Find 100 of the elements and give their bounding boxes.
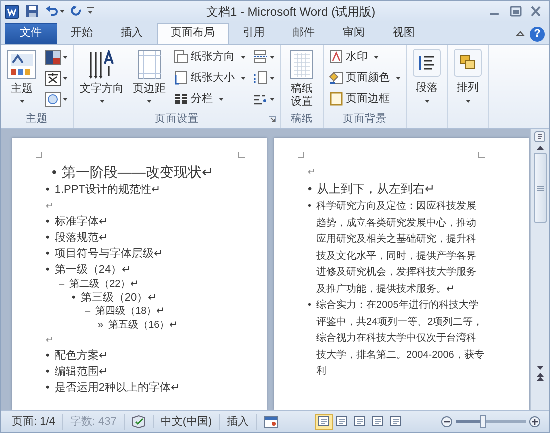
watermark-icon <box>329 50 344 64</box>
save-icon[interactable] <box>26 5 39 18</box>
list-bullet: • <box>46 349 50 364</box>
list-item-text: 科学研究方向及定位：因应科技发展趋势，成立各类研究发展中心，推动应用研究及相关之基础研究，提升科技及文化水平，同时，提供产学各界进修及研究机会，发挥科技大学服务及推广功能，提供技术服务。↵ <box>316 200 478 296</box>
close-icon[interactable] <box>530 6 542 17</box>
color-palette-icon <box>45 50 61 64</box>
columns-icon <box>174 92 189 106</box>
list-bullet: • <box>46 365 50 380</box>
scroll-down-icon[interactable] <box>536 366 544 370</box>
ribbon-button[interactable]: 水印 <box>327 47 403 67</box>
ribbon-button[interactable]: 分栏 <box>172 89 248 109</box>
list-bullet: • <box>46 183 50 198</box>
paragraph-mark: ↵ <box>46 334 54 347</box>
ribbon-button[interactable]: 页面边框 <box>327 89 403 109</box>
ribbon-button[interactable]: 纸张大小 <box>172 68 248 88</box>
help-button[interactable]: ? <box>530 26 545 42</box>
list-item-text: 配色方案↵ <box>54 348 108 364</box>
word-logo-icon[interactable] <box>5 4 19 18</box>
margin-corner-mark <box>478 152 485 159</box>
list-item-text: 第二级（22）↵ <box>70 278 139 292</box>
list-bullet: • <box>46 231 50 246</box>
list-bullet: • <box>308 200 312 214</box>
ribbon-tab[interactable]: 开始 <box>57 23 107 44</box>
reading-layout-icon <box>336 416 348 427</box>
list-item-text: 从上到下，从左到右↵ <box>317 181 436 198</box>
collapse-ribbon-icon[interactable] <box>516 31 524 37</box>
zoom-out-icon[interactable] <box>441 416 453 428</box>
list-item-text: 段落规范↵ <box>54 231 108 246</box>
window-title: 文档1 - Microsoft Word (试用版) <box>205 4 377 20</box>
ribbon-tab[interactable]: 审阅 <box>329 23 379 44</box>
web-layout-icon <box>354 416 366 427</box>
breaks-icon <box>253 50 268 64</box>
redo-icon[interactable] <box>70 6 82 18</box>
ribbon-button[interactable]: 稿纸设置 <box>284 47 320 112</box>
customize-toolbar-icon[interactable] <box>87 7 94 16</box>
outline-icon <box>372 416 384 427</box>
file-tab[interactable]: 文件 <box>5 23 57 44</box>
font-theme-icon <box>45 70 61 86</box>
ribbon-tab[interactable]: 邮件 <box>279 23 329 44</box>
ribbon-button[interactable]: 排列 <box>451 47 485 105</box>
paragraph-icon <box>417 53 437 73</box>
list-item-text: 综合实力：在2005年进行的科技大学评鉴中，共24项列一等、2项列二等，综合视力在科技大学中仅次于台湾科技大学，排名第二。2004-2006，获专利 <box>316 298 485 379</box>
undo-icon[interactable] <box>45 6 58 18</box>
ribbon-tab[interactable]: 引用 <box>229 23 279 44</box>
group-label: 页面背景 <box>343 112 387 128</box>
zoom-in-icon[interactable] <box>529 416 541 428</box>
list-bullet: • <box>308 181 312 198</box>
ribbon-button[interactable]: 页面颜色 <box>327 68 403 88</box>
ribbon-button[interactable]: 纸张方向 <box>172 47 248 67</box>
paragraph-mark: ↵ <box>308 166 316 179</box>
list-bullet: • <box>46 215 50 230</box>
ribbon-tab[interactable]: 插入 <box>107 23 157 44</box>
list-item-text: 项目符号与字体层级↵ <box>54 246 163 262</box>
heading-text: 第一阶段——改变现状↵ <box>62 163 214 182</box>
page-border-icon <box>329 92 344 106</box>
dialog-launcher-icon[interactable] <box>269 116 276 123</box>
margin-corner-mark <box>36 152 43 159</box>
ribbon-tab[interactable]: 视图 <box>379 23 429 44</box>
caret-icon[interactable] <box>60 10 65 13</box>
group-label: 稿纸 <box>291 112 313 128</box>
scrollbar-thumb[interactable] <box>534 153 546 223</box>
ruler-toggle-icon[interactable] <box>534 131 546 143</box>
zoom-slider-thumb[interactable] <box>480 415 486 428</box>
maximize-icon[interactable] <box>510 6 522 17</box>
margin-corner-mark <box>238 152 245 159</box>
ribbon-icon-button[interactable] <box>43 68 70 88</box>
page-size-icon <box>174 71 189 85</box>
macro-record-icon[interactable] <box>264 416 278 428</box>
group-label: 主题 <box>26 112 48 128</box>
language-indicator[interactable]: 中文(中国) <box>154 414 220 430</box>
list-bullet: – <box>85 305 91 318</box>
list-item-text: 第一级（24）↵ <box>54 263 132 278</box>
ribbon-icon-button[interactable] <box>43 47 70 67</box>
list-item-text: 编辑范围↵ <box>54 365 108 380</box>
ribbon-tab[interactable]: 页面布局 <box>157 23 229 44</box>
page-count[interactable]: 页面: 1/4 <box>5 414 64 430</box>
page-color-icon <box>329 71 344 85</box>
line-numbers-icon <box>253 71 268 85</box>
margin-corner-mark <box>298 152 305 159</box>
scroll-up-icon[interactable] <box>536 146 544 150</box>
list-bullet: » <box>98 318 104 332</box>
list-bullet: • <box>52 163 57 182</box>
insert-mode[interactable]: 插入 <box>220 414 258 430</box>
theme-icon <box>7 50 37 80</box>
group-label: 页面设置 <box>155 112 199 128</box>
ribbon-button[interactable]: 文字方向 <box>77 47 127 106</box>
list-bullet: • <box>308 299 312 313</box>
effects-icon <box>45 92 61 106</box>
list-item-text: 第四级（18）↵ <box>96 305 165 318</box>
list-item-text: 第五级（16）↵ <box>108 318 178 332</box>
orientation-icon <box>174 50 189 64</box>
ribbon-button[interactable]: 页边距 <box>130 47 169 106</box>
previous-page-icon[interactable] <box>536 373 544 381</box>
list-bullet: • <box>72 292 76 305</box>
view-button[interactable] <box>315 414 333 430</box>
ribbon-button[interactable]: 主题 <box>4 47 40 106</box>
list-bullet: • <box>46 247 50 262</box>
proofing-icon[interactable] <box>132 415 146 428</box>
ribbon-button[interactable]: 段落 <box>410 47 444 105</box>
list-item-text: 是否运用2种以上的字体↵ <box>54 380 180 396</box>
